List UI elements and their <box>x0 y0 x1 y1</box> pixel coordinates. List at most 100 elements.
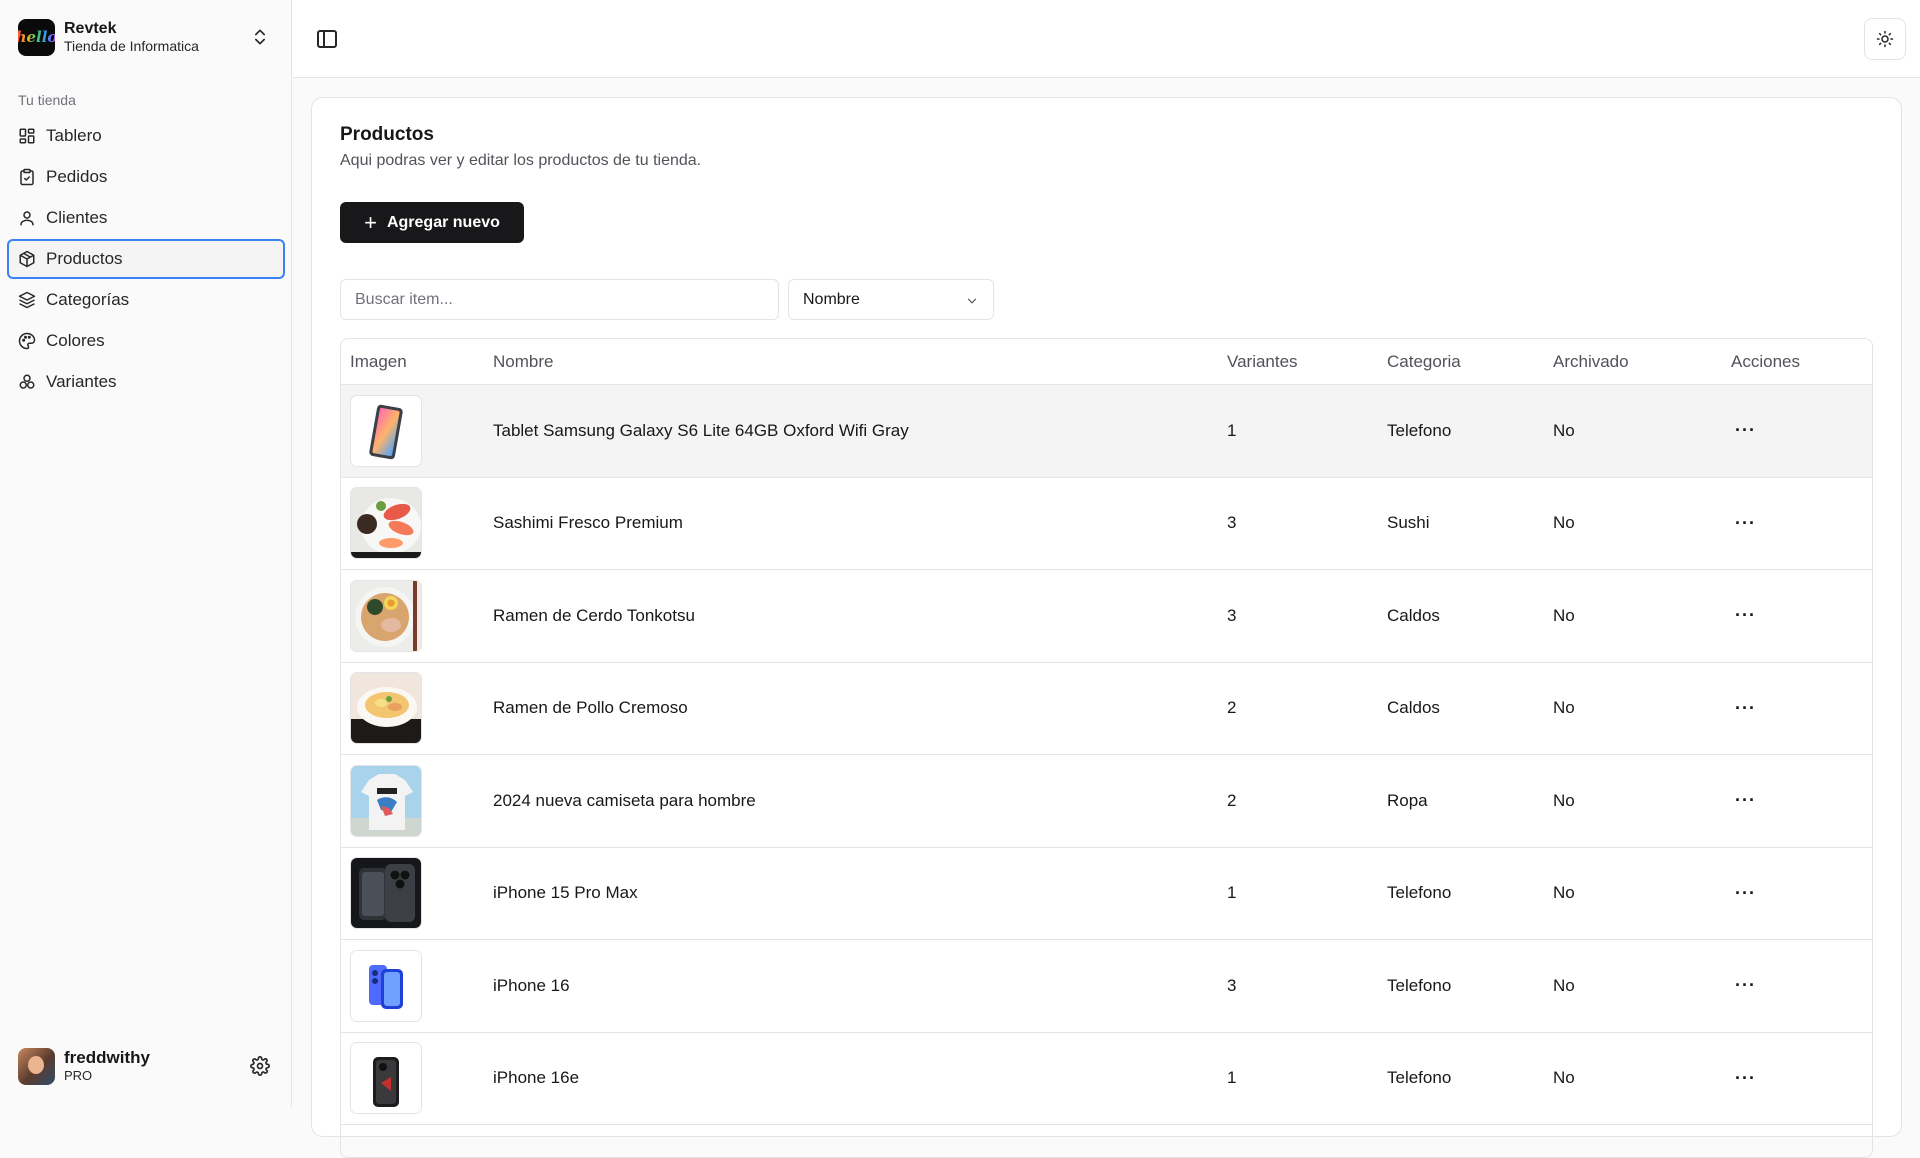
products-table: Imagen Nombre Variantes Categoria Archiv… <box>340 338 1873 1158</box>
table-row[interactable]: Ramen de Pollo Cremoso 2 Caldos No ··· <box>341 663 1872 755</box>
sidebar-nav: Tablero Pedidos Clientes Productos Categ… <box>7 116 285 403</box>
product-name: Ramen de Cerdo Tonkotsu <box>493 605 695 625</box>
product-category: Caldos <box>1387 698 1440 718</box>
sidebar-item-clientes[interactable]: Clientes <box>7 198 285 238</box>
table-row[interactable]: iPhone 16e 1 Telefono No ··· <box>341 1033 1872 1125</box>
row-actions-menu-icon[interactable]: ··· <box>1731 698 1760 719</box>
product-category: Telefono <box>1387 975 1452 995</box>
product-archived: No <box>1553 513 1575 533</box>
store-subtitle: Tienda de Informatica <box>64 38 199 54</box>
gear-icon[interactable] <box>250 1056 270 1076</box>
column-header-variantes: Variantes <box>1227 351 1298 371</box>
theme-toggle-button[interactable] <box>1864 18 1906 60</box>
table-header: Imagen Nombre Variantes Categoria Archiv… <box>341 339 1872 385</box>
sidebar-item-tablero[interactable]: Tablero <box>7 116 285 156</box>
sort-select-value: Nombre <box>803 290 860 308</box>
product-archived: No <box>1553 698 1575 718</box>
product-variants: 3 <box>1227 605 1237 625</box>
store-logo: hello <box>18 18 55 56</box>
product-variants: 1 <box>1227 883 1237 903</box>
page-subtitle: Aqui podras ver y editar los productos d… <box>340 152 702 169</box>
product-name: Ramen de Pollo Cremoso <box>493 698 688 718</box>
product-thumbnail-ramen <box>350 579 422 652</box>
sidebar-item-label: Colores <box>46 331 105 350</box>
product-category: Telefono <box>1387 420 1452 440</box>
column-header-categoria: Categoria <box>1387 351 1461 371</box>
column-header-archivado: Archivado <box>1553 351 1629 371</box>
user-name: freddwithy <box>64 1048 150 1067</box>
sidebar-item-label: Tablero <box>46 126 102 145</box>
sidebar-toggle-icon[interactable] <box>315 27 339 51</box>
plus-icon: + <box>364 209 377 235</box>
product-variants: 1 <box>1227 1068 1237 1088</box>
product-archived: No <box>1553 605 1575 625</box>
page-title: Productos <box>340 124 434 145</box>
sidebar-item-productos[interactable]: Productos <box>7 239 285 279</box>
package-icon <box>19 250 35 268</box>
row-actions-menu-icon[interactable]: ··· <box>1731 790 1760 811</box>
sort-select[interactable]: Nombre <box>788 279 994 320</box>
user-icon <box>20 211 34 226</box>
sun-icon <box>1876 30 1894 48</box>
product-variants: 1 <box>1227 420 1237 440</box>
product-category: Telefono <box>1387 1068 1452 1088</box>
sidebar-item-colores[interactable]: Colores <box>7 321 285 361</box>
row-actions-menu-icon[interactable]: ··· <box>1731 1068 1760 1089</box>
sidebar-item-label: Productos <box>46 249 123 268</box>
product-name: iPhone 16e <box>493 1068 580 1088</box>
product-name: Sashimi Fresco Premium <box>493 513 683 533</box>
row-actions-menu-icon[interactable]: ··· <box>1731 420 1760 441</box>
row-actions-menu-icon[interactable]: ··· <box>1731 883 1760 904</box>
chevrons-up-down-icon <box>255 29 265 45</box>
search-input[interactable] <box>340 279 779 320</box>
column-header-acciones: Acciones <box>1731 351 1800 371</box>
column-header-imagen: Imagen <box>350 351 407 371</box>
product-variants: 3 <box>1227 513 1237 533</box>
product-variants: 3 <box>1227 975 1237 995</box>
product-name: Tablet Samsung Galaxy S6 Lite 64GB Oxfor… <box>493 420 909 440</box>
row-actions-menu-icon[interactable]: ··· <box>1731 605 1760 626</box>
product-archived: No <box>1553 790 1575 810</box>
table-row[interactable]: 2024 nueva camiseta para hombre 2 Ropa N… <box>341 755 1872 848</box>
row-actions-menu-icon[interactable]: ··· <box>1731 513 1760 534</box>
user-menu[interactable]: freddwithy PRO <box>12 1043 280 1089</box>
product-thumbnail-tshirt <box>350 764 422 837</box>
table-row[interactable]: Ramen de Cerdo Tonkotsu 3 Caldos No ··· <box>341 570 1872 663</box>
product-category: Ropa <box>1387 790 1428 810</box>
sidebar-item-label: Variantes <box>46 372 117 391</box>
product-archived: No <box>1553 420 1575 440</box>
store-name: Revtek <box>64 20 117 37</box>
table-row[interactable]: Tablet Samsung Galaxy S6 Lite 64GB Oxfor… <box>341 385 1872 478</box>
table-row[interactable]: iPhone 16 3 Telefono No ··· <box>341 940 1872 1033</box>
section-label: Tu tienda <box>18 92 76 108</box>
product-thumbnail-tablet <box>350 394 422 467</box>
add-new-button[interactable]: + Agregar nuevo <box>340 202 524 243</box>
sidebar-item-label: Categorías <box>46 290 130 309</box>
products-card: Productos Aqui podras ver y editar los p… <box>311 97 1902 1158</box>
store-switcher[interactable]: hello Revtek Tienda de Informatica <box>12 12 280 62</box>
table-row[interactable]: Sashimi Fresco Premium 3 Sushi No ··· <box>341 478 1872 570</box>
product-variants: 2 <box>1227 698 1237 718</box>
column-header-nombre: Nombre <box>493 351 554 371</box>
avatar <box>18 1047 55 1085</box>
product-thumbnail-ramen-pollo <box>350 672 422 745</box>
product-thumbnail-iphone16e <box>350 1042 422 1115</box>
row-actions-menu-icon[interactable]: ··· <box>1731 975 1760 996</box>
table-row[interactable]: iPhone 15 Pro Max 1 Telefono No ··· <box>341 848 1872 940</box>
palette-icon <box>18 332 36 350</box>
product-category: Caldos <box>1387 605 1440 625</box>
sidebar-item-label: Clientes <box>46 208 108 227</box>
sidebar-item-label: Pedidos <box>46 167 108 186</box>
add-new-label: Agregar nuevo <box>386 213 500 231</box>
product-category: Sushi <box>1387 513 1430 533</box>
product-thumbnail-iphone16 <box>350 949 422 1022</box>
sidebar-item-pedidos[interactable]: Pedidos <box>7 157 285 197</box>
product-category: Telefono <box>1387 883 1452 903</box>
sidebar: hello Revtek Tienda de Informatica Tu ti… <box>0 0 292 1107</box>
product-archived: No <box>1553 1068 1575 1088</box>
sidebar-item-categorias[interactable]: Categorías <box>7 280 285 320</box>
sidebar-item-variantes[interactable]: Variantes <box>7 362 285 402</box>
product-thumbnail-sashimi <box>350 487 422 560</box>
product-thumbnail-iphone15 <box>350 857 422 930</box>
shapes-icon <box>19 374 35 389</box>
